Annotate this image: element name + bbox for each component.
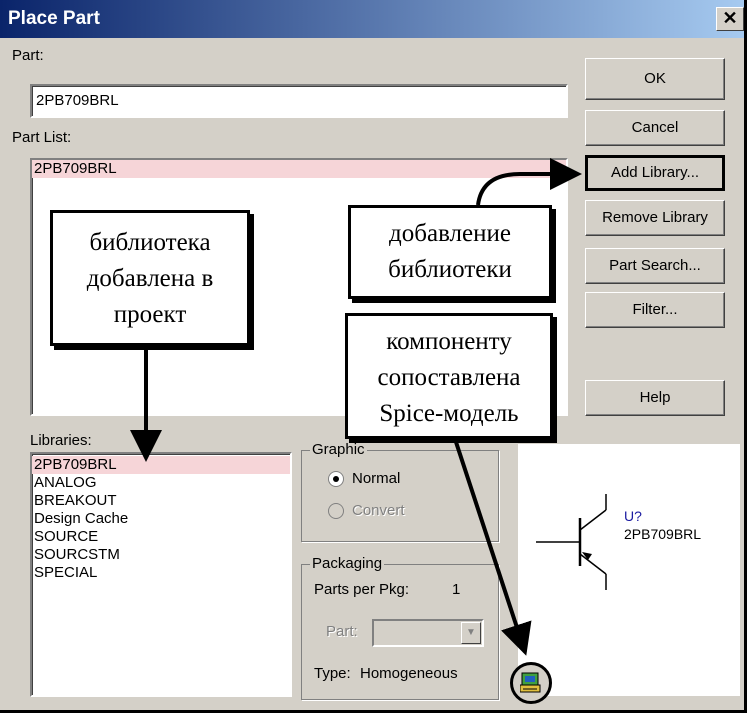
arrow-to-spice-icon [453,438,532,656]
annotation-arrows [130,158,582,656]
arrow-to-add-library [476,158,582,206]
place-part-dialog: Place Part ✕ Part: 2PB709BRL Part List: … [0,0,747,713]
